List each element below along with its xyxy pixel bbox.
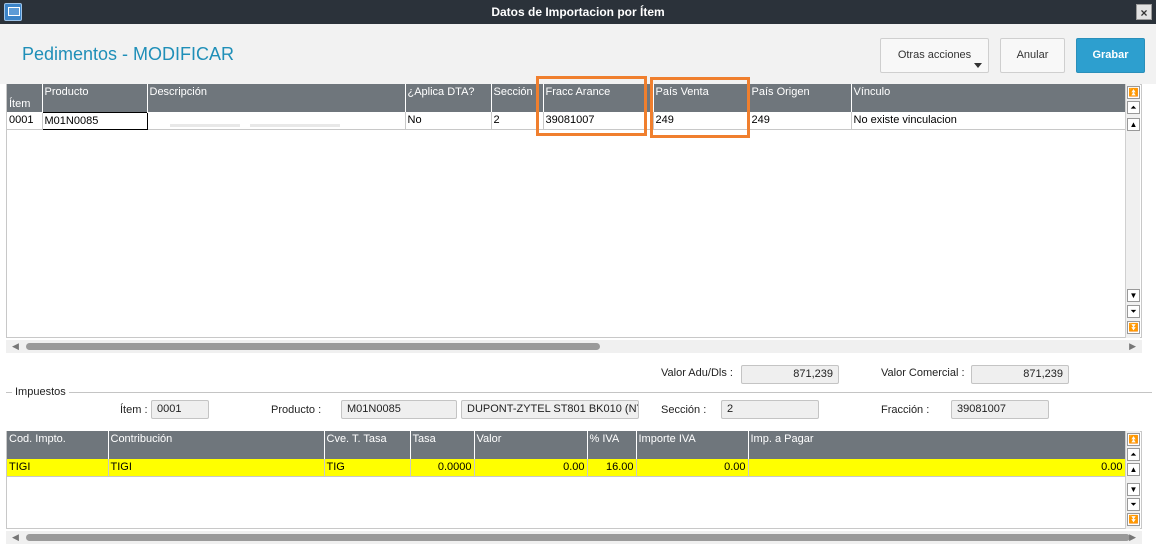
seccion-field[interactable]: 2 [721,400,819,419]
cell-vinculo[interactable]: No existe vinculacion [851,112,1126,130]
col-header-imp-a-pagar[interactable]: Imp. a Pagar [748,431,1126,459]
highlight-pais-venta [650,77,750,138]
col-header-importe-iva[interactable]: Importe IVA [636,431,749,459]
scroll-top-icon[interactable]: ⏫ [1127,433,1140,446]
tax-horizontal-scrollbar[interactable]: ◀ ▶ [6,531,1142,544]
items-vertical-scrollbar[interactable]: ⏫ ⏶ ▲ ▼ ⏷ ⏬ [1125,84,1140,338]
col-header-cod-impto[interactable]: Cod. Impto. [7,431,109,459]
app-window-icon [4,3,22,21]
tax-vertical-scrollbar[interactable]: ⏫ ⏶ ▲ ▼ ⏷ ⏬ [1125,431,1140,529]
item-field[interactable]: 0001 [151,400,209,419]
cell-imp-a-pagar[interactable]: 0.00 [748,459,1126,477]
window-title: Datos de Importacion por Ítem [491,5,665,19]
cell-valor[interactable]: 0.00 [474,459,588,477]
scroll-page-down-icon[interactable]: ⏷ [1127,498,1140,511]
scroll-thumb[interactable] [26,534,1130,541]
col-header-pct-iva[interactable]: % IVA [587,431,637,459]
cell-aplica-dta[interactable]: No [405,112,492,130]
producto-code-field[interactable]: M01N0085 [341,400,457,419]
valor-comercial-field[interactable]: 871,239 [971,365,1069,384]
redacted-text [170,124,240,127]
col-header-cve-t-tasa[interactable]: Cve. T. Tasa [324,431,411,459]
seccion-label: Sección : [661,404,707,416]
anular-button[interactable]: Anular [1000,38,1065,73]
scroll-down-icon[interactable]: ▼ [1127,483,1140,496]
item-label: Ítem : [120,404,148,416]
scroll-bottom-icon[interactable]: ⏬ [1127,513,1140,526]
producto-desc-field[interactable]: DUPONT-ZYTEL ST801 BK010 (NYI [461,400,639,419]
scroll-page-up-icon[interactable]: ⏶ [1127,101,1140,114]
window-titlebar: Datos de Importacion por Ítem × [0,0,1156,24]
redacted-text [250,124,340,127]
cell-cve-t-tasa[interactable]: TIG [324,459,411,477]
producto-label: Producto : [271,404,322,416]
highlight-fracc-arance [536,76,647,136]
otras-acciones-button[interactable]: Otras acciones [880,38,989,73]
valor-comercial-label: Valor Comercial : [881,367,965,379]
scroll-top-icon[interactable]: ⏫ [1127,86,1140,99]
cell-contribucion[interactable]: TIGI [108,459,325,477]
items-horizontal-scrollbar[interactable]: ◀ ▶ [6,340,1142,353]
cell-producto[interactable]: M01N0085 [41,111,148,130]
scroll-up-icon[interactable]: ▲ [1127,463,1140,476]
scroll-right-icon[interactable]: ▶ [1129,531,1136,544]
fraccion-field[interactable]: 39081007 [951,400,1049,419]
impuestos-fieldset [6,392,1152,393]
scroll-left-icon[interactable]: ◀ [12,340,19,353]
valor-adu-field[interactable]: 871,239 [741,365,839,384]
col-header-aplica-dta[interactable]: ¿Aplica DTA? [405,84,492,112]
otras-acciones-label: Otras acciones [897,49,972,61]
cell-tasa[interactable]: 0.0000 [410,459,475,477]
col-header-item[interactable]: Ítem [7,84,43,112]
col-header-producto[interactable]: Producto [42,84,148,112]
cell-item[interactable]: 0001 [7,112,43,130]
fraccion-label: Fracción : [881,404,930,416]
cell-cod-impto[interactable]: TIGI [7,459,109,477]
page-header: Pedimentos - MODIFICAR Otras acciones An… [0,24,1156,84]
scroll-up-icon[interactable]: ▲ [1127,118,1140,131]
col-header-valor[interactable]: Valor [474,431,588,459]
cell-pct-iva[interactable]: 16.00 [587,459,637,477]
chevron-down-icon [974,63,982,68]
col-header-tasa[interactable]: Tasa [410,431,475,459]
impuestos-legend: Impuestos [12,386,69,398]
scroll-right-icon[interactable]: ▶ [1129,340,1136,353]
scroll-thumb[interactable] [26,343,600,350]
grabar-button[interactable]: Grabar [1076,38,1145,73]
scroll-left-icon[interactable]: ◀ [12,531,19,544]
valor-adu-label: Valor Adu/Dls : [661,367,733,379]
tax-grid: Cod. Impto. Contribución Cve. T. Tasa Ta… [7,431,1126,477]
scroll-down-icon[interactable]: ▼ [1127,289,1140,302]
cell-importe-iva[interactable]: 0.00 [636,459,749,477]
page-title: Pedimentos - MODIFICAR [22,44,235,64]
cell-pais-origen[interactable]: 249 [749,112,852,130]
scroll-page-down-icon[interactable]: ⏷ [1127,305,1140,318]
close-icon[interactable]: × [1136,4,1152,20]
col-header-pais-origen[interactable]: País Origen [749,84,852,112]
col-header-vinculo[interactable]: Vínculo [851,84,1126,112]
col-header-descripcion[interactable]: Descripción [147,84,406,112]
table-row[interactable]: TIGI TIGI TIG 0.0000 0.00 16.00 0.00 0.0… [7,459,1126,477]
scroll-bottom-icon[interactable]: ⏬ [1127,321,1140,334]
col-header-contribucion[interactable]: Contribución [108,431,325,459]
scroll-page-up-icon[interactable]: ⏶ [1127,448,1140,461]
